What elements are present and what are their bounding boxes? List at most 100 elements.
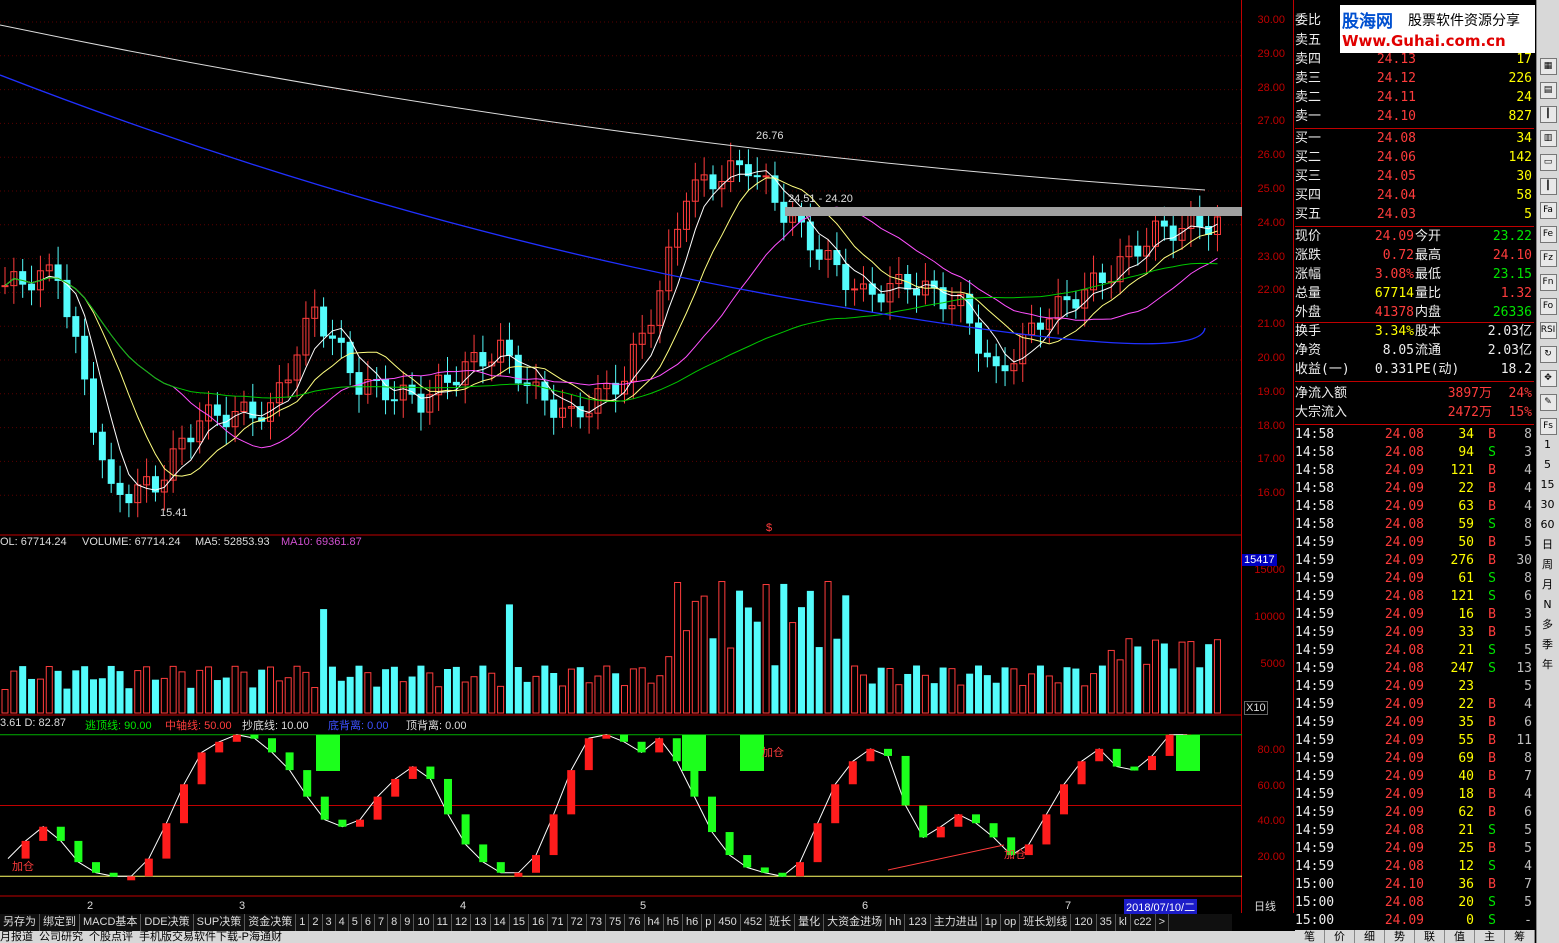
bottom-tab[interactable]: 1p <box>982 914 1001 931</box>
bottom-tab[interactable]: 班长 <box>766 914 796 931</box>
chart-area[interactable]: 26.76 15.41 24.51 - 24.20 $ OL: 67714.24… <box>0 0 1242 915</box>
period-button[interactable]: 季 <box>1537 635 1558 655</box>
period-button[interactable]: 60 <box>1537 515 1558 535</box>
bottom-tab[interactable]: 主力进出 <box>931 914 982 931</box>
bottom-tab[interactable]: > <box>1156 914 1169 931</box>
bottom-tab[interactable]: 123 <box>905 914 931 931</box>
fe-icon[interactable]: Fe <box>1539 226 1557 243</box>
right-tab[interactable]: 值 <box>1445 930 1475 943</box>
right-tab[interactable]: 主 <box>1475 930 1505 943</box>
news-link[interactable]: 月报道 <box>0 931 33 943</box>
bottom-tab[interactable]: 2 <box>309 914 323 931</box>
bottom-tab[interactable]: 绑定到 <box>40 914 80 931</box>
pen-icon[interactable]: ✎ <box>1539 394 1557 411</box>
buy-volume: 142 <box>1508 150 1532 165</box>
bottom-tab[interactable]: SUP决策 <box>194 914 246 931</box>
volume-bar <box>28 678 36 714</box>
price-tick: 21.00 <box>1257 318 1285 331</box>
volume-bar <box>727 647 735 714</box>
window-icon[interactable]: ▭ <box>1539 154 1557 171</box>
period-label[interactable]: 日线 <box>1254 898 1276 914</box>
bottom-tab[interactable]: MACD基本 <box>80 914 142 931</box>
quote-value: 8.05 <box>1382 343 1414 358</box>
bars-icon[interactable]: ▥ <box>1539 130 1557 147</box>
bottom-tab[interactable]: 14 <box>491 914 510 931</box>
bottom-tab[interactable]: h5 <box>664 914 684 931</box>
right-tab[interactable]: 价 <box>1325 930 1355 943</box>
bottom-tab[interactable]: 10 <box>414 914 434 931</box>
period-button[interactable]: 日 <box>1537 535 1558 555</box>
news-link[interactable]: 个股点评 <box>89 931 133 943</box>
bottom-tab[interactable]: 资金决策 <box>245 914 297 931</box>
bottom-tab[interactable]: 75 <box>606 914 626 931</box>
bottom-tab[interactable]: 3 <box>323 914 336 931</box>
period-button[interactable]: 多 <box>1537 615 1558 635</box>
bottom-tab[interactable]: 452 <box>741 914 767 931</box>
bottom-tab[interactable]: hh <box>886 914 906 931</box>
period-button[interactable]: 1 <box>1537 435 1558 455</box>
bottom-tab[interactable]: 量化 <box>795 914 825 931</box>
period-button[interactable]: 月 <box>1537 575 1558 595</box>
news-link[interactable]: 手机版交易软件下载-P海通财 <box>139 931 282 943</box>
bottom-tab[interactable]: DDE决策 <box>141 914 194 931</box>
grid-icon[interactable]: ▦ <box>1539 58 1557 75</box>
tick-side: S <box>1488 661 1496 676</box>
fn-icon[interactable]: Fn <box>1539 274 1557 291</box>
bottom-tab[interactable]: 11 <box>434 914 453 931</box>
bottom-tab[interactable]: 72 <box>568 914 587 931</box>
volume-bar <box>851 665 859 714</box>
period-button[interactable]: 15 <box>1537 475 1558 495</box>
table-icon[interactable]: ▤ <box>1539 82 1557 99</box>
bottom-tab[interactable]: 大资金进场 <box>824 914 887 931</box>
period-button[interactable]: N <box>1537 595 1558 615</box>
bottom-tab[interactable]: 12 <box>452 914 472 931</box>
bottom-tab[interactable]: 35 <box>1097 914 1116 931</box>
kline-chart[interactable] <box>0 0 1242 913</box>
volume-bar <box>1019 684 1027 714</box>
bottom-tab[interactable]: 15 <box>510 914 530 931</box>
bottom-tab[interactable]: 76 <box>625 914 645 931</box>
bottom-tab[interactable]: 120 <box>1071 914 1097 931</box>
bottom-tab[interactable]: 另存为 <box>0 914 40 931</box>
right-tab[interactable]: 筹 <box>1505 930 1535 943</box>
bottom-tab[interactable]: 7 <box>375 914 389 931</box>
bottom-tab[interactable]: 13 <box>471 914 491 931</box>
candle-icon[interactable]: ┃ <box>1539 106 1557 123</box>
bottom-tab[interactable]: h6 <box>683 914 703 931</box>
bottom-tab[interactable]: 5 <box>349 914 362 931</box>
period-button[interactable]: 5 <box>1537 455 1558 475</box>
fs-icon[interactable]: Fs <box>1539 418 1557 435</box>
period-button[interactable]: 周 <box>1537 555 1558 575</box>
volume-bar <box>205 666 213 714</box>
period-button[interactable]: 年 <box>1537 655 1558 675</box>
bottom-tab[interactable]: 8 <box>388 914 402 931</box>
right-tab[interactable]: 联 <box>1415 930 1445 943</box>
period-button[interactable]: 30 <box>1537 495 1558 515</box>
bottom-tab[interactable]: 9 <box>401 914 415 931</box>
right-tab[interactable]: 笔 <box>1295 930 1325 943</box>
candle2-icon[interactable]: ┃ <box>1539 178 1557 195</box>
bottom-tab[interactable]: 班长划线 <box>1020 914 1072 931</box>
right-toolbar: ▦ ▤ ┃ ▥ ▭ ┃ Fa Fe Fz Fn Fo RSI ↻ ✥ ✎ Fs 1 5 15 30 60 日周月 N 多季年 <box>1536 0 1559 943</box>
refresh-icon[interactable]: ↻ <box>1539 346 1557 363</box>
bottom-tab[interactable]: op <box>1001 914 1021 931</box>
bottom-tab[interactable]: kl <box>1116 914 1131 931</box>
bottom-tab[interactable]: 16 <box>529 914 549 931</box>
right-tab[interactable]: 势 <box>1385 930 1415 943</box>
fa-icon[interactable]: Fa <box>1539 202 1557 219</box>
fz-icon[interactable]: Fz <box>1539 250 1557 267</box>
bottom-tab[interactable]: h4 <box>645 914 664 931</box>
news-link[interactable]: 公司研究 <box>39 931 83 943</box>
fo-icon[interactable]: Fo <box>1539 298 1557 315</box>
bottom-tab[interactable]: c22 <box>1131 914 1156 931</box>
bottom-tab[interactable]: 73 <box>587 914 607 931</box>
rsi-icon[interactable]: RSI <box>1539 322 1557 339</box>
bottom-tab[interactable]: 1 <box>296 914 310 931</box>
right-tab[interactable]: 细 <box>1355 930 1385 943</box>
bottom-tab[interactable]: p <box>702 914 716 931</box>
bottom-tab[interactable]: 6 <box>362 914 375 931</box>
bottom-tab[interactable]: 71 <box>548 914 568 931</box>
move-icon[interactable]: ✥ <box>1539 370 1557 387</box>
bottom-tab[interactable]: 4 <box>336 914 349 931</box>
bottom-tab[interactable]: 450 <box>715 914 741 931</box>
